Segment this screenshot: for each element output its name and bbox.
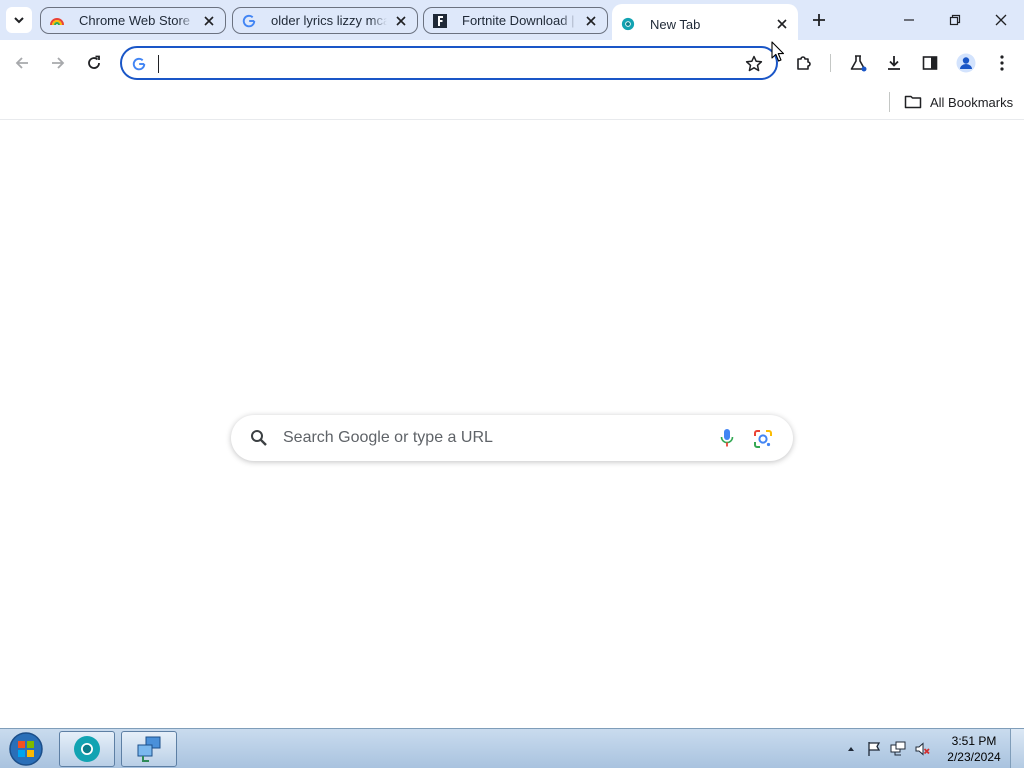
toolbar-divider — [830, 54, 831, 72]
flask-icon — [850, 55, 867, 72]
extensions-button[interactable] — [792, 51, 816, 75]
restore-button[interactable] — [932, 0, 978, 40]
chromium-icon — [74, 736, 100, 762]
network-icon[interactable] — [890, 741, 906, 757]
arrow-right-icon — [52, 57, 65, 69]
clock-time: 3:51 PM — [951, 734, 997, 748]
new-tab-page: Search Google or type a URL — [0, 121, 1024, 728]
screen: Chrome Web Store older lyrics lizzy mcal… — [0, 0, 1024, 768]
google-g-icon — [241, 13, 257, 29]
ntp-search-box[interactable]: Search Google or type a URL — [231, 415, 793, 461]
tab-chrome-web-store[interactable]: Chrome Web Store — [40, 7, 226, 34]
download-icon — [888, 56, 900, 70]
close-icon[interactable] — [581, 11, 601, 31]
google-g-icon — [130, 55, 148, 73]
arrow-left-icon — [15, 57, 28, 69]
chrome-web-store-icon — [49, 13, 65, 29]
minimize-button[interactable] — [886, 0, 932, 40]
restore-icon — [949, 14, 961, 26]
microphone-icon[interactable] — [717, 427, 737, 449]
back-button[interactable] — [10, 51, 34, 75]
toolbar — [0, 40, 1024, 86]
action-center-icon[interactable] — [866, 741, 882, 757]
system-clock[interactable]: 3:51 PM 2/23/2024 — [938, 733, 1010, 765]
avatar-icon — [956, 53, 976, 73]
address-bar[interactable] — [120, 46, 778, 80]
minimize-icon — [904, 19, 914, 21]
chromium-icon — [620, 16, 636, 32]
reload-icon — [88, 55, 100, 69]
side-panel-button[interactable] — [918, 51, 942, 75]
forward-button[interactable] — [46, 51, 70, 75]
tab-title: older lyrics lizzy mcalpine - Google Sea… — [271, 13, 387, 28]
downloads-button[interactable] — [882, 51, 906, 75]
windows-logo-icon — [9, 732, 43, 766]
kebab-menu-icon — [1000, 55, 1004, 71]
tab-title: Chrome Web Store — [79, 13, 191, 28]
close-icon — [995, 14, 1007, 26]
close-icon[interactable] — [199, 11, 219, 31]
volume-muted-icon[interactable] — [914, 741, 930, 757]
bookmark-star-icon[interactable] — [744, 54, 764, 74]
folder-icon — [904, 95, 922, 109]
bookmarks-divider — [889, 92, 890, 112]
fortnite-f-icon — [432, 13, 448, 29]
show-desktop-button[interactable] — [1010, 729, 1024, 768]
close-window-button[interactable] — [978, 0, 1024, 40]
close-icon[interactable] — [391, 11, 411, 31]
tab-fortnite-download[interactable]: Fortnite Download | All Things Fortnite — [423, 7, 608, 34]
puzzle-icon — [797, 56, 811, 70]
address-input[interactable] — [156, 52, 736, 74]
tab-title: New Tab — [650, 16, 701, 32]
taskbar-app-chromium[interactable] — [59, 731, 115, 767]
bookmarks-bar: All Bookmarks — [0, 86, 1024, 120]
taskbar-app-network[interactable] — [121, 731, 177, 767]
tab-new-tab[interactable]: New Tab — [612, 4, 798, 44]
google-lens-icon[interactable] — [752, 428, 774, 450]
tab-google-search[interactable]: older lyrics lizzy mcalpine - Google Sea… — [232, 7, 418, 34]
chevron-up-icon — [848, 747, 854, 751]
ntp-search-placeholder: Search Google or type a URL — [283, 429, 493, 446]
all-bookmarks-button[interactable]: All Bookmarks — [904, 91, 1013, 113]
show-hidden-icons-button[interactable] — [843, 741, 859, 757]
clock-date: 2/23/2024 — [947, 750, 1001, 764]
side-panel-icon — [922, 56, 938, 70]
mouse-cursor-icon — [771, 41, 785, 62]
reload-button[interactable] — [82, 51, 106, 75]
computer-icon — [137, 736, 161, 762]
text-caret — [158, 55, 159, 73]
chevron-down-icon — [14, 17, 24, 24]
start-button[interactable] — [5, 730, 47, 768]
all-bookmarks-label: All Bookmarks — [930, 94, 1014, 110]
close-icon[interactable] — [772, 14, 792, 34]
new-tab-button[interactable] — [808, 9, 830, 31]
plus-icon — [813, 14, 825, 26]
tab-strip: Chrome Web Store older lyrics lizzy mcal… — [0, 0, 1024, 44]
labs-button[interactable] — [846, 51, 870, 75]
tab-title: Fortnite Download | All Things Fortnite — [462, 13, 577, 28]
tab-search-button[interactable] — [6, 7, 32, 33]
menu-button[interactable] — [990, 51, 1014, 75]
search-icon — [249, 428, 269, 448]
profile-button[interactable] — [954, 51, 978, 75]
taskbar: 3:51 PM 2/23/2024 — [0, 728, 1024, 768]
